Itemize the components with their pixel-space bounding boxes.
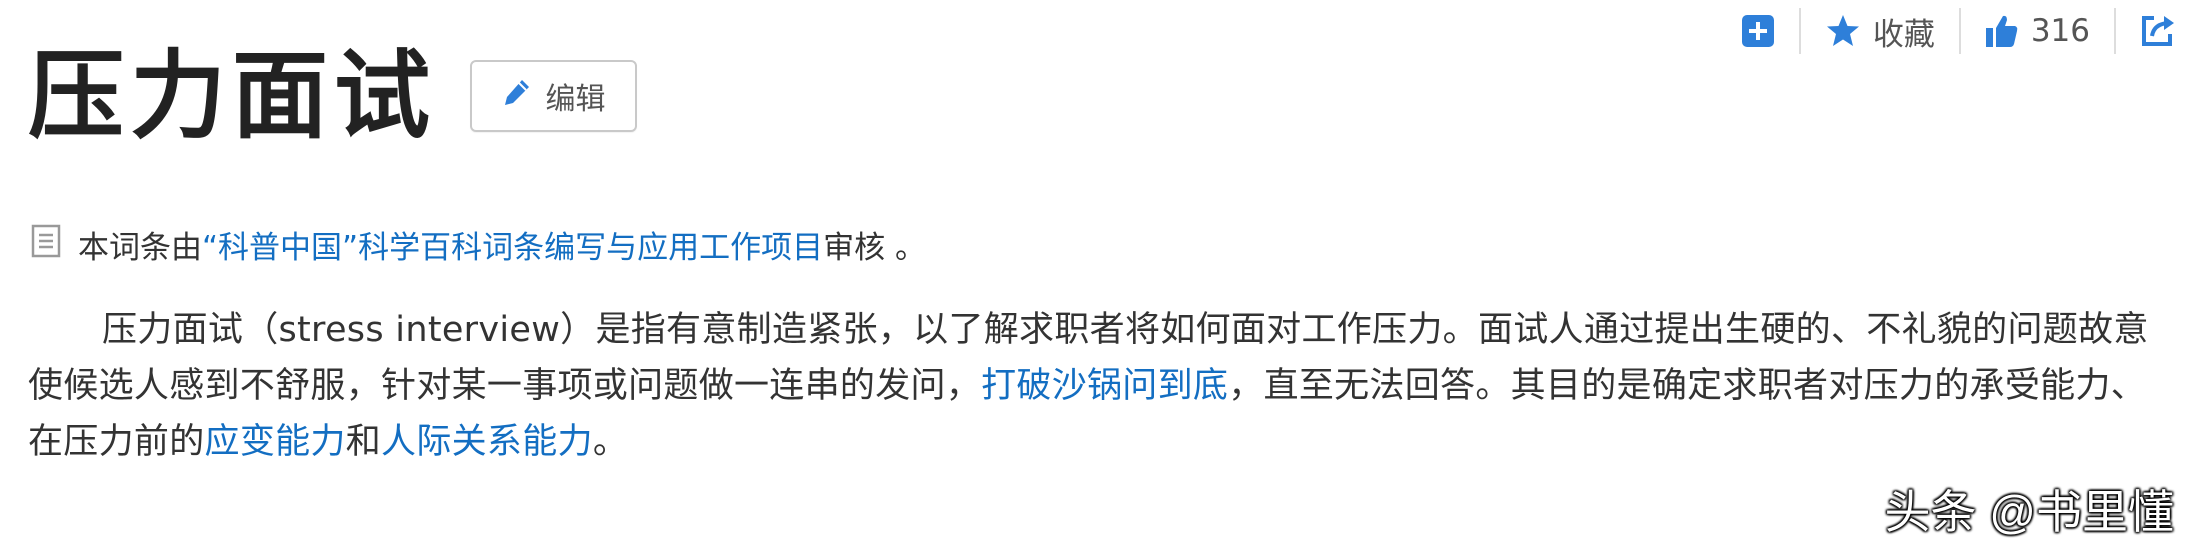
link-adaptability[interactable]: 应变能力 bbox=[205, 422, 346, 462]
review-suffix: 审核 。 bbox=[823, 230, 926, 266]
link-dapo-shaguo[interactable]: 打破沙锅问到底 bbox=[981, 366, 1228, 406]
edit-button[interactable]: 编辑 bbox=[470, 60, 637, 132]
star-icon bbox=[1825, 14, 1861, 48]
like-count: 316 bbox=[2030, 13, 2090, 49]
summary-paragraph: 压力面试（stress interview）是指有意制造紧张，以了解求职者将如何… bbox=[28, 302, 2174, 470]
review-prefix: 本词条由 bbox=[78, 230, 202, 266]
share-icon bbox=[2140, 14, 2176, 48]
favorite-button[interactable]: 收藏 bbox=[1801, 9, 1959, 54]
action-toolbar: 收藏 316 bbox=[1717, 0, 2200, 62]
title-row: 压力面试 编辑 bbox=[28, 48, 637, 144]
page-title: 压力面试 bbox=[28, 40, 436, 152]
review-project-link[interactable]: “科普中国”科学百科词条编写与应用工作项目 bbox=[202, 222, 823, 267]
summary-text: 和 bbox=[345, 422, 382, 462]
thumbs-up-icon bbox=[1985, 13, 2019, 49]
edit-label: 编辑 bbox=[545, 82, 606, 117]
document-icon bbox=[30, 224, 64, 266]
summary-text: 。 bbox=[592, 422, 629, 462]
share-button[interactable] bbox=[2116, 14, 2200, 48]
link-interpersonal-skills[interactable]: 人际关系能力 bbox=[381, 422, 593, 462]
watermark: 头条 @书里懂 bbox=[1884, 486, 2174, 538]
plus-square-icon bbox=[1741, 14, 1775, 48]
add-button[interactable] bbox=[1717, 14, 1799, 48]
pencil-icon bbox=[502, 77, 546, 115]
review-notice: 本词条由 “科普中国”科学百科词条编写与应用工作项目 审核 。 bbox=[30, 222, 926, 267]
favorite-label: 收藏 bbox=[1872, 16, 1935, 53]
like-button[interactable]: 316 bbox=[1961, 13, 2114, 49]
